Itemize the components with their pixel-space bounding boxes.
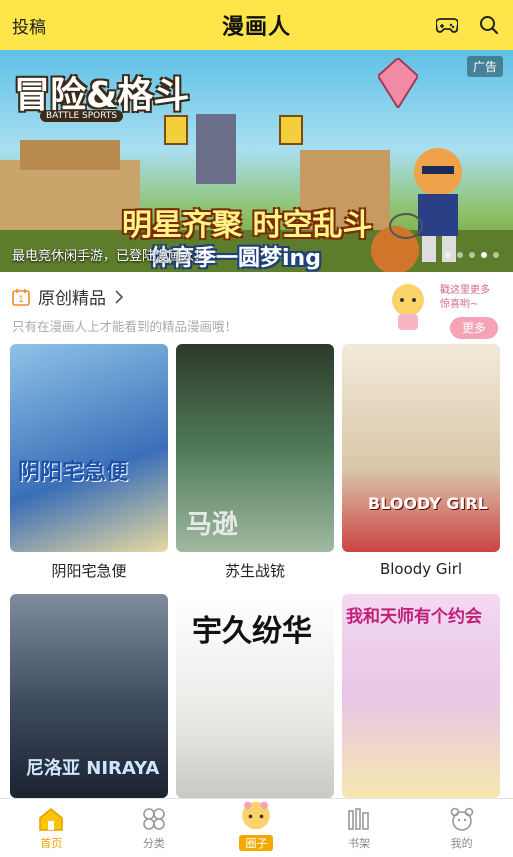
tab-profile[interactable]: 我的 bbox=[411, 799, 513, 857]
tab-bookshelf[interactable]: 书架 bbox=[308, 799, 410, 857]
search-icon[interactable] bbox=[477, 13, 501, 37]
carousel-dot[interactable] bbox=[493, 252, 499, 258]
comic-card[interactable]: 马逊 苏生战铳 bbox=[176, 344, 334, 581]
top-bar: 投稿 漫画人 bbox=[0, 0, 513, 50]
ad-badge: 广告 bbox=[466, 56, 503, 77]
bottom-tab-bar: 首页 分类 圈子 书架 我的 bbox=[0, 798, 513, 857]
original-section-header: 1 原创精品 只有在漫画人上才能看到的精品漫画哦！ 戳这里更多 惊喜哟~ 更多 bbox=[0, 272, 513, 342]
category-icon bbox=[143, 808, 165, 830]
tab-category[interactable]: 分类 bbox=[103, 799, 205, 857]
game-subtitle: BATTLE SPORTS bbox=[40, 110, 124, 122]
gamepad-icon[interactable] bbox=[435, 13, 459, 37]
comic-title[interactable]: 阴阳宅急便 bbox=[10, 560, 168, 581]
section-title: 原创精品 bbox=[38, 289, 106, 309]
header-actions bbox=[435, 13, 501, 37]
carousel-indicator bbox=[445, 252, 499, 258]
mascot-icon bbox=[392, 284, 424, 330]
tab-home[interactable]: 首页 bbox=[0, 799, 102, 857]
ad-banner[interactable]: 广告 冒险&格斗 BATTLE SPORTS 明星齐聚 时空乱斗 体育季一圆梦i… bbox=[0, 50, 513, 272]
carousel-dot-active[interactable] bbox=[481, 252, 487, 258]
pink-gem-icon bbox=[378, 58, 418, 108]
comic-cover[interactable]: BLOODY GIRL bbox=[342, 344, 500, 552]
comic-cover[interactable]: 宇久纷华 bbox=[176, 594, 334, 798]
comic-title[interactable]: Bloody Girl bbox=[342, 560, 500, 578]
section-title-link[interactable]: 1 原创精品 bbox=[12, 284, 124, 309]
comic-cover[interactable]: 马逊 bbox=[176, 344, 334, 552]
comic-title[interactable]: 苏生战铳 bbox=[176, 560, 334, 581]
profile-icon bbox=[450, 807, 473, 831]
section-subtitle: 只有在漫画人上才能看到的精品漫画哦！ bbox=[12, 319, 238, 334]
carousel-dot[interactable] bbox=[457, 252, 463, 258]
comic-card[interactable]: BLOODY GIRL Bloody Girl bbox=[342, 344, 500, 578]
circle-mascot-icon bbox=[242, 801, 271, 830]
svg-text:1: 1 bbox=[18, 295, 24, 305]
comic-cover[interactable]: 阴阳宅急便 bbox=[10, 344, 168, 552]
tennis-character-image bbox=[389, 148, 462, 262]
banner-caption: 最电竞休闲手游，已登陆漫画人！ bbox=[12, 249, 208, 264]
mascot-bubble: 戳这里更多 惊喜哟~ bbox=[440, 285, 490, 310]
banner-headline: 明星齐聚 时空乱斗 bbox=[122, 208, 373, 243]
tab-circle[interactable]: 圈子 bbox=[205, 799, 307, 857]
home-icon bbox=[39, 808, 64, 831]
calendar-icon: 1 bbox=[12, 288, 30, 306]
comic-card[interactable]: 阴阳宅急便 阴阳宅急便 bbox=[10, 344, 168, 581]
comic-card[interactable]: 尼洛亚 NIRAYA bbox=[10, 594, 168, 798]
comic-card[interactable]: 我和天师有个约会 bbox=[342, 594, 500, 798]
comic-card[interactable]: 宇久纷华 bbox=[176, 594, 334, 798]
chevron-right-icon bbox=[115, 289, 124, 304]
carousel-dot[interactable] bbox=[445, 252, 451, 258]
more-button[interactable]: 更多 bbox=[450, 317, 498, 339]
comic-cover[interactable]: 尼洛亚 NIRAYA bbox=[10, 594, 168, 798]
comic-cover[interactable]: 我和天师有个约会 bbox=[342, 594, 500, 798]
bookshelf-icon bbox=[348, 808, 369, 830]
carousel-dot[interactable] bbox=[469, 252, 475, 258]
